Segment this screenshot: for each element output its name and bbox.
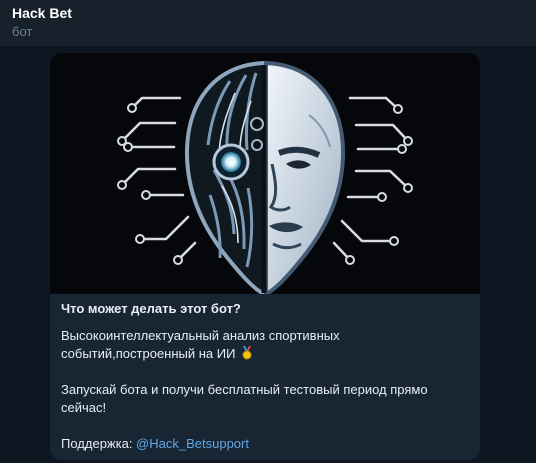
medal-icon	[241, 346, 253, 360]
support-label: Поддержка:	[61, 436, 137, 451]
paragraph-text: Высокоинтеллектуальный анализ спортивных…	[61, 328, 340, 361]
description-paragraph: Высокоинтеллектуальный анализ спортивных…	[61, 327, 441, 363]
bot-title: Hack Bet	[12, 5, 72, 21]
support-link[interactable]: @Hack_Betsupport	[136, 436, 249, 451]
ai-face-illustration	[50, 53, 480, 294]
bot-hero-image	[50, 53, 480, 294]
trial-paragraph: Запускай бота и получи бесплатный тестов…	[61, 382, 428, 415]
support-line: Поддержка: @Hack_Betsupport	[61, 435, 456, 453]
bot-description-card: Что может делать этот бот? Высокоинтелле…	[50, 53, 480, 460]
chat-window: Hack Bet бот Что может делать этот бот? …	[0, 0, 536, 463]
chat-header[interactable]: Hack Bet бот	[0, 0, 536, 46]
description-heading: Что может делать этот бот?	[61, 301, 241, 316]
bot-subtitle: бот	[12, 24, 33, 39]
